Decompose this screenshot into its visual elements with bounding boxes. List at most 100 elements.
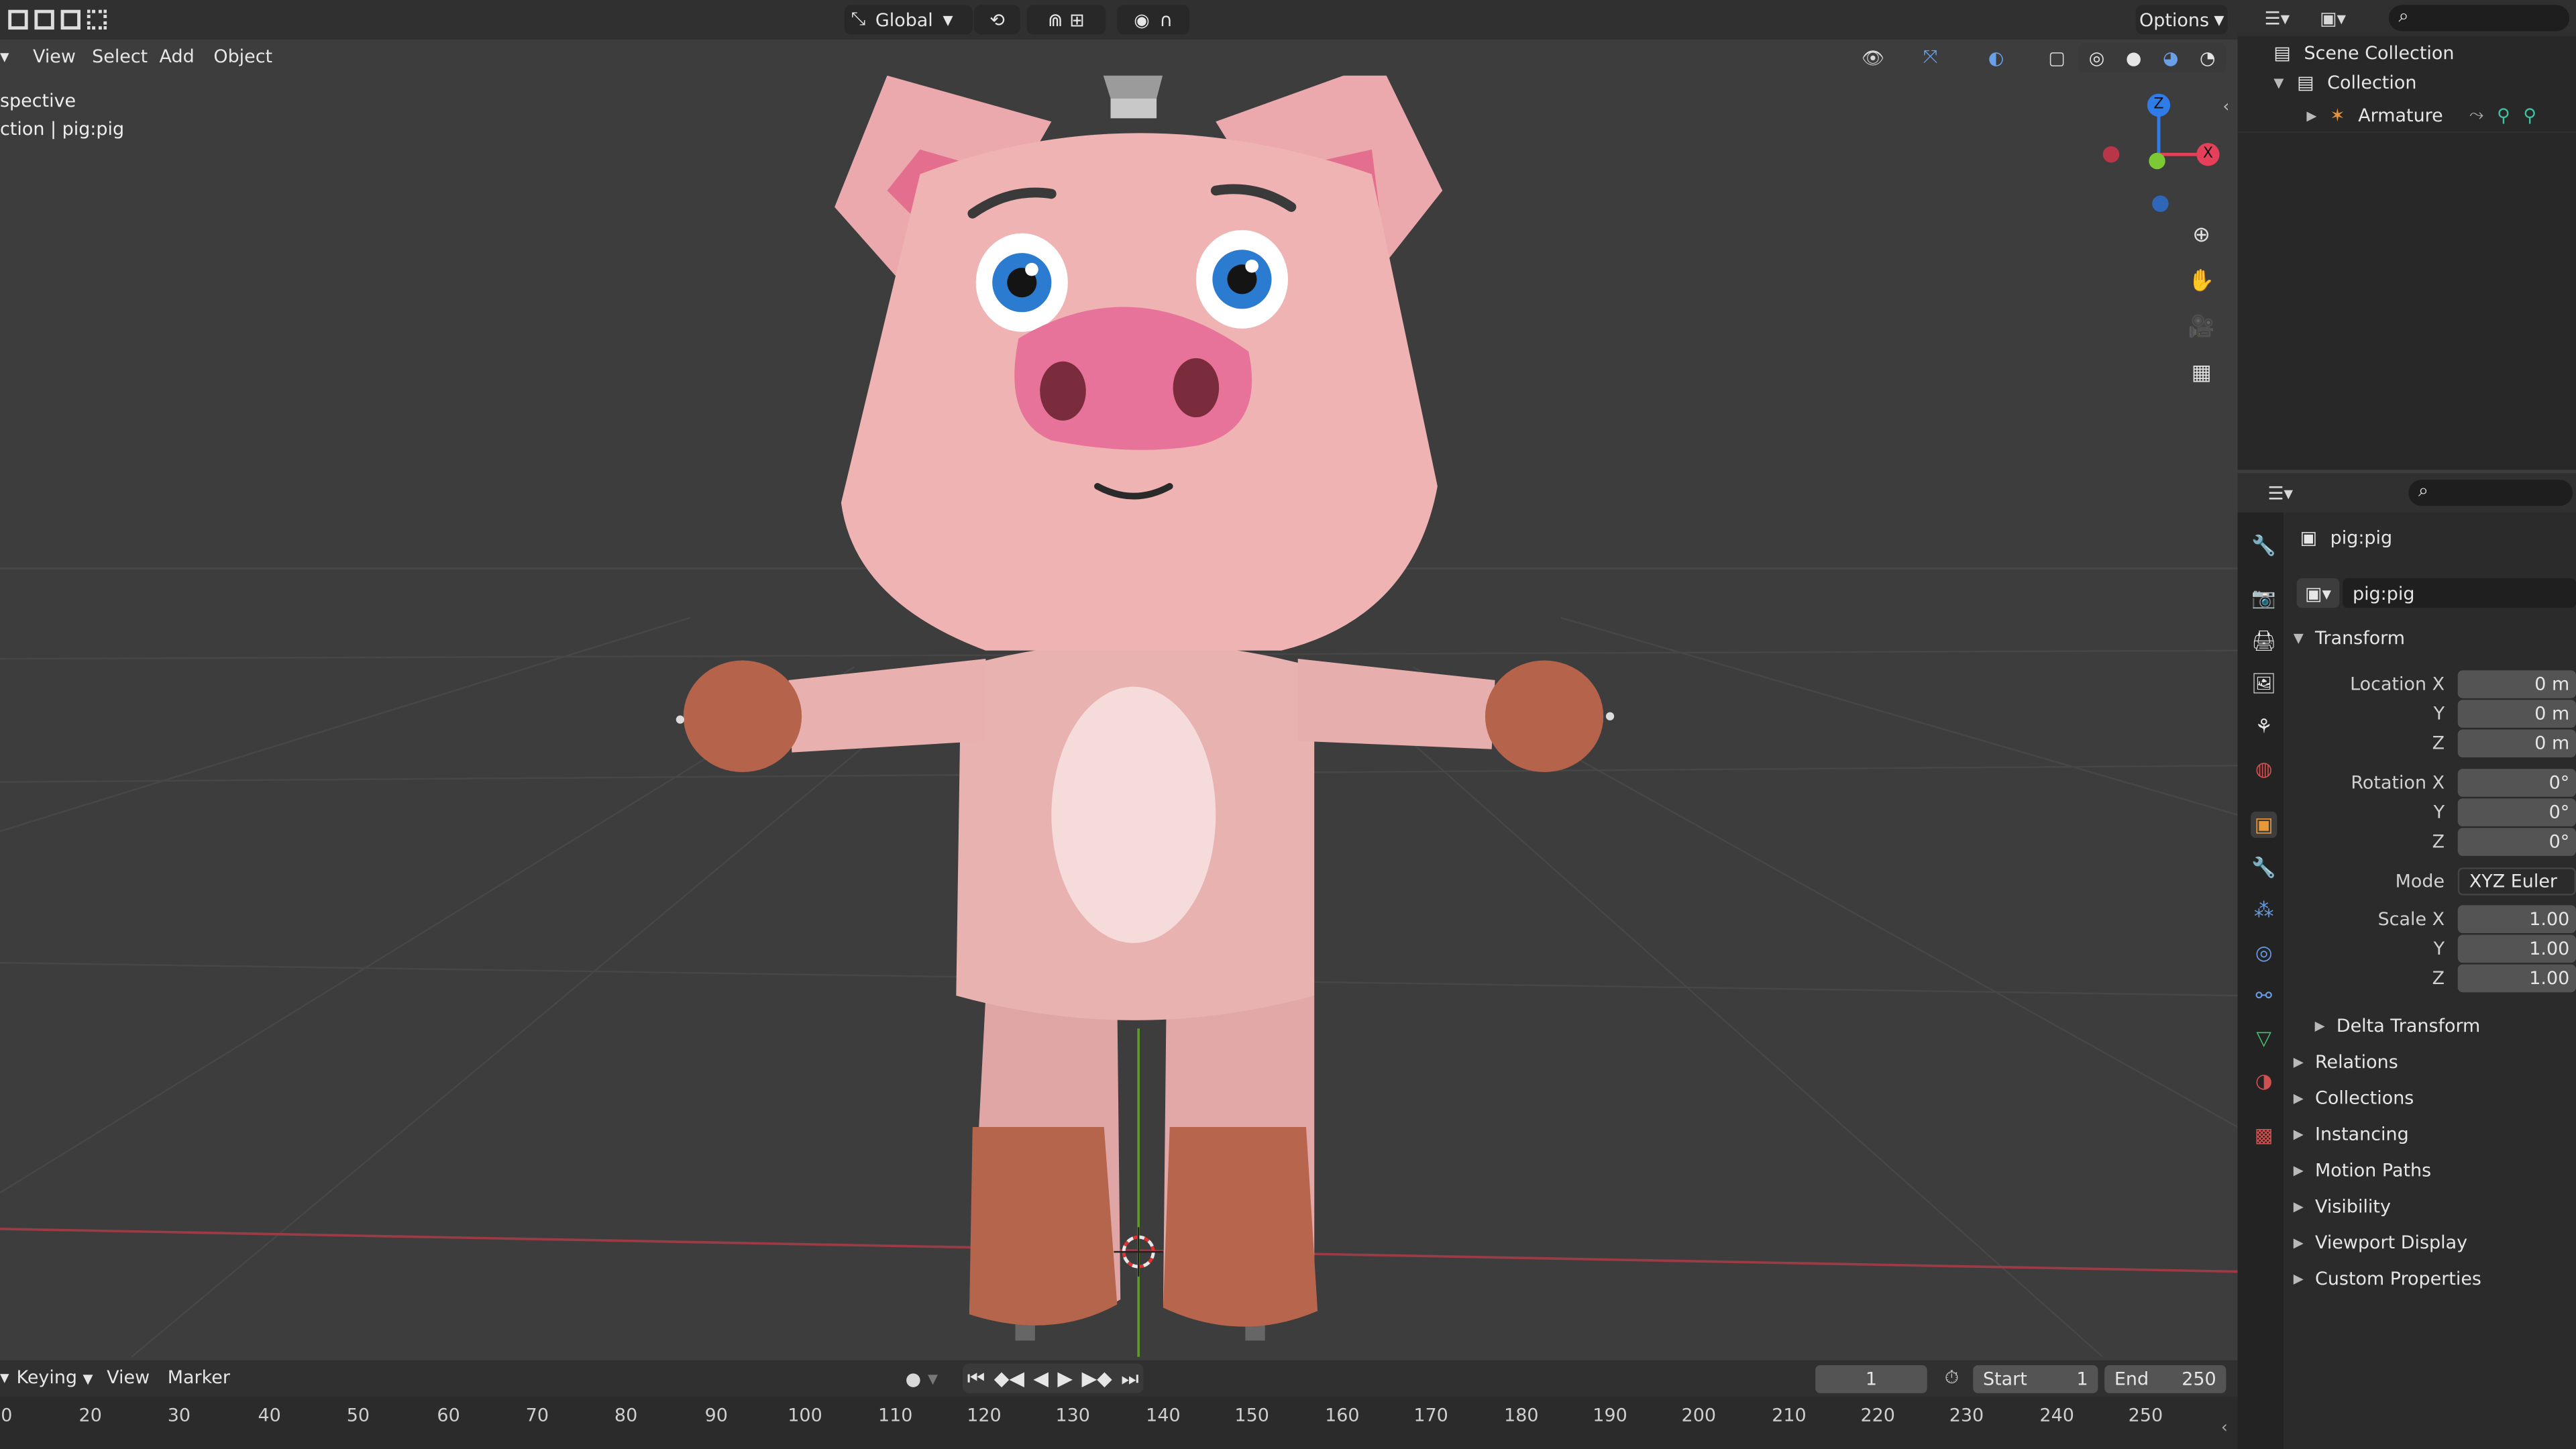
editor-type-chevron-icon[interactable]: ▾ [0, 1367, 9, 1389]
gizmo-x-axis[interactable]: X [2196, 143, 2220, 166]
snap-dropdown[interactable]: ⋒ ⊞ [1026, 5, 1106, 35]
play-icon[interactable]: ▶ [1057, 1367, 1073, 1390]
bone-icon[interactable]: ⚲ [2497, 105, 2510, 126]
pig-model[interactable] [676, 75, 1615, 1341]
camera-icon[interactable]: 🎥 [2184, 309, 2220, 345]
object-name-input[interactable]: pig:pig [2343, 578, 2576, 608]
marker-menu[interactable]: Marker [168, 1367, 230, 1389]
expand-triangle-icon[interactable]: ▼ [2273, 76, 2284, 91]
navigation-gizmo[interactable]: Z X [2094, 89, 2226, 220]
rotation-y-field[interactable]: 0° [2457, 798, 2576, 826]
panel-instancing[interactable]: ▶ Instancing [2294, 1124, 2409, 1145]
wireframe-icon[interactable]: ◎ [2089, 47, 2105, 68]
panel-motion-paths[interactable]: ▶ Motion Paths [2294, 1160, 2431, 1181]
outliner-armature[interactable]: ▶ ✶ Armature ⤳ ⚲ ⚲ [2306, 103, 2536, 126]
auto-keying-toggle[interactable]: ● ▼ [894, 1364, 949, 1393]
display-mode-icon[interactable]: ▣▾ [2310, 5, 2356, 31]
panel-custom-properties[interactable]: ▶ Custom Properties [2294, 1269, 2481, 1290]
world-tab-icon[interactable]: ◍ [2251, 756, 2277, 782]
rotation-z-field[interactable]: 0° [2457, 828, 2576, 856]
current-frame-field[interactable]: 1 [1815, 1365, 1927, 1393]
outliner-editor-type-icon[interactable]: ☰▾ [2254, 5, 2300, 31]
render-tab-icon[interactable]: 📷 [2251, 585, 2277, 611]
frame-tick: 160 [1325, 1404, 1360, 1426]
modifier-wrench-icon[interactable]: 🔧 [2251, 854, 2277, 880]
armature-data-icon[interactable]: ⚲ [2523, 105, 2536, 126]
keying-menu[interactable]: Keying ▼ [16, 1367, 93, 1389]
object-data-tab-icon[interactable]: ▽ [2251, 1025, 2277, 1051]
frame-tick: 240 [2039, 1404, 2074, 1426]
panel-relations[interactable]: ▶ Relations [2294, 1051, 2398, 1073]
armature-label: Armature [2358, 104, 2443, 126]
material-tab-icon[interactable]: ◑ [2251, 1068, 2277, 1094]
overlays-toggle[interactable]: ◐ [1972, 43, 2021, 72]
panel-visibility[interactable]: ▶ Visibility [2294, 1196, 2391, 1218]
timeline-view-menu[interactable]: View [107, 1367, 150, 1389]
physics-tab-icon[interactable]: ◎ [2251, 940, 2277, 966]
constraints-tab-icon[interactable]: ⚯ [2251, 983, 2277, 1009]
grid-perspective-icon[interactable]: ▦ [2184, 355, 2220, 391]
jump-keyframe-back-icon[interactable]: ◆◀ [994, 1367, 1024, 1390]
jump-start-icon[interactable]: ⏮ [967, 1366, 985, 1391]
sidebar-toggle-chevron-icon[interactable]: ‹ [2221, 1419, 2228, 1438]
texture-tab-icon[interactable]: ▩ [2251, 1122, 2277, 1148]
play-reverse-icon[interactable]: ◀ [1033, 1367, 1049, 1390]
rendered-icon[interactable]: ◔ [2200, 47, 2216, 68]
transform-panel-header[interactable]: ▼ Transform [2294, 628, 2405, 649]
scale-x-field[interactable]: 1.00 [2457, 905, 2576, 934]
timeline-ruler[interactable]: 0 20 30 40 50 60 70 80 90 100 110 120 13… [0, 1396, 2238, 1449]
shading-mode[interactable]: ◎ ● ◕ ◔ [2078, 42, 2226, 72]
sidebar-toggle-chevron-icon[interactable]: ‹ [2222, 99, 2229, 117]
location-z-field[interactable]: 0 m [2457, 729, 2576, 757]
particles-tab-icon[interactable]: ⁂ [2251, 897, 2277, 923]
collapse-triangle-icon[interactable]: ▶ [2306, 107, 2316, 122]
delta-transform-header[interactable]: ▶ Delta Transform [2315, 1015, 2481, 1036]
properties-editor-type-icon[interactable]: ☰▾ [2257, 480, 2304, 506]
rotation-mode-dropdown[interactable]: XYZ Euler [2457, 867, 2576, 896]
outliner-panel [2237, 0, 2576, 470]
jump-end-icon[interactable]: ⏭ [1121, 1366, 1138, 1391]
view-layer-tab-icon[interactable]: 🖼 [2251, 670, 2277, 696]
outliner-search-input[interactable]: ⌕ [2388, 5, 2570, 32]
hand-pan-icon[interactable]: ✋ [2184, 263, 2220, 299]
visibility-dropdown[interactable]: 👁 [1848, 43, 1897, 72]
3d-cursor[interactable] [1114, 1227, 1163, 1277]
options-dropdown[interactable]: Options ▼ [2135, 5, 2228, 35]
gizmo-z-axis[interactable]: Z [2147, 93, 2171, 117]
menu-add[interactable]: Add [160, 46, 195, 68]
stopwatch-icon[interactable]: ⏱ [1937, 1364, 1966, 1393]
panel-viewport-display[interactable]: ▶ Viewport Display [2294, 1232, 2467, 1254]
outliner-collection[interactable]: ▼ ▤ Collection [2273, 72, 2416, 94]
object-tab-icon[interactable]: ▣ [2251, 811, 2277, 838]
scale-z-field[interactable]: 1.00 [2457, 964, 2576, 993]
solid-icon[interactable]: ● [2126, 47, 2142, 68]
xray-toggle[interactable]: ▢ [2044, 43, 2070, 72]
properties-search-input[interactable]: ⌕ [2408, 480, 2573, 506]
editor-type-chevron-icon[interactable]: ▾ [0, 46, 9, 68]
tool-tab-icon[interactable]: 🔧 [2251, 532, 2277, 558]
panel-collections[interactable]: ▶ Collections [2294, 1087, 2414, 1109]
output-tab-icon[interactable]: 🖨 [2251, 628, 2277, 654]
scale-y-field[interactable]: 1.00 [2457, 934, 2576, 963]
pose-icon[interactable]: ⤳ [2469, 103, 2484, 126]
end-frame-field[interactable]: End 250 [2104, 1365, 2226, 1393]
location-y-field[interactable]: 0 m [2457, 700, 2576, 728]
location-x-field[interactable]: 0 m [2457, 670, 2576, 698]
3d-viewport[interactable]: spective ction | pig:pig Z X ⊕ ✋ 🎥 ▦ ‹ [0, 75, 2238, 1357]
outliner-scene-collection[interactable]: ▤ Scene Collection [2273, 43, 2454, 64]
zoom-icon[interactable]: ⊕ [2184, 217, 2220, 253]
menu-object[interactable]: Object [213, 46, 272, 68]
gizmo-toggle[interactable]: ⤧ [1906, 43, 1955, 72]
rotation-x-field[interactable]: 0° [2457, 769, 2576, 797]
material-preview-icon[interactable]: ◕ [2163, 47, 2179, 68]
object-browse-button[interactable]: ▣▾ [2296, 578, 2340, 608]
select-mode-icons[interactable] [3, 7, 112, 33]
orientation-dropdown[interactable]: ⤡ Global ▼ [844, 5, 973, 35]
menu-view[interactable]: View [33, 46, 76, 68]
proportional-edit[interactable]: ◉ ∩ [1117, 5, 1190, 35]
start-frame-field[interactable]: Start 1 [1973, 1365, 2098, 1393]
pivot-dropdown[interactable]: ⟲ [974, 5, 1020, 35]
menu-select[interactable]: Select [92, 46, 148, 68]
jump-keyframe-forward-icon[interactable]: ▶◆ [1081, 1367, 1112, 1390]
scene-tab-icon[interactable]: ⚘ [2251, 713, 2277, 739]
